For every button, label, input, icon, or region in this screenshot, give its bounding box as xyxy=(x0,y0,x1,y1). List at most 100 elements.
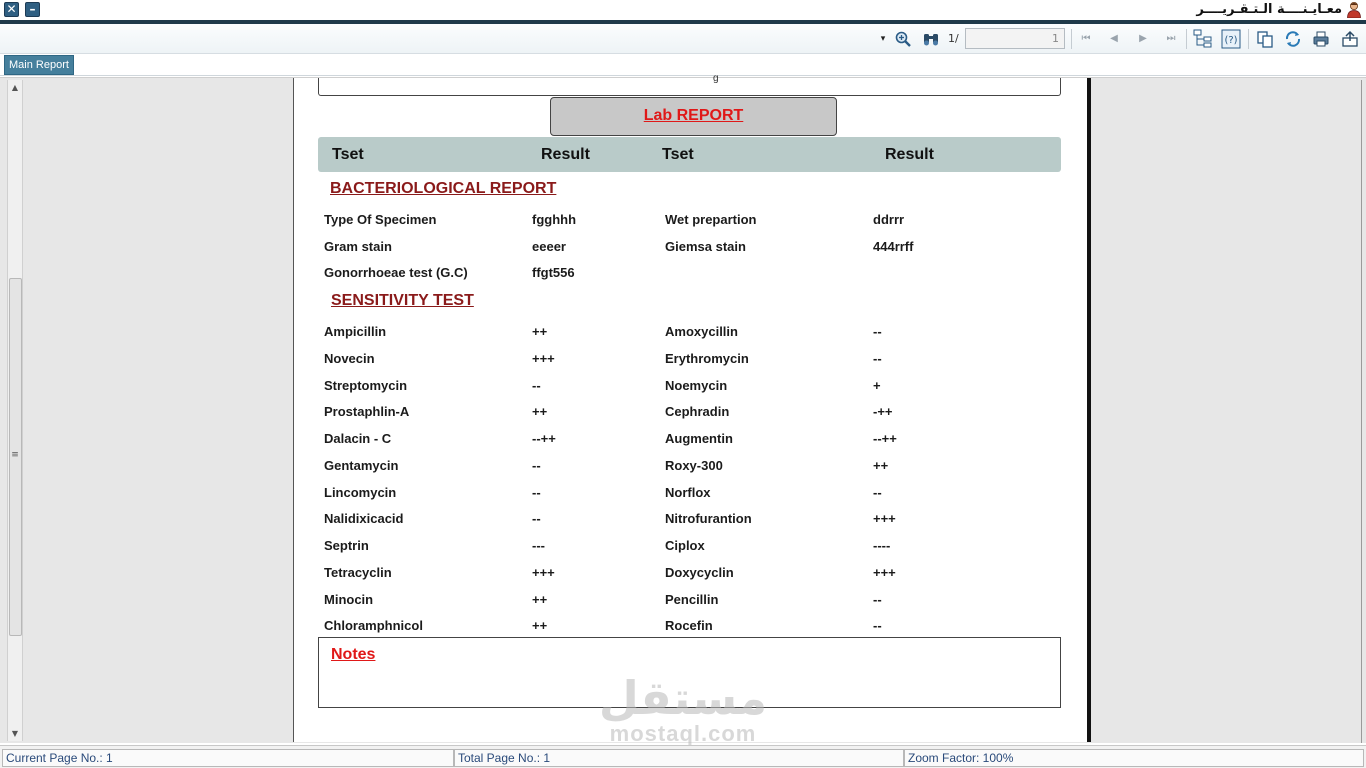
test-name: Wet prepartion xyxy=(665,212,757,227)
report-tab-bar: Main Report xyxy=(0,54,1366,76)
page-shadow xyxy=(1087,78,1091,742)
toolbar: ▾ 1/ 1 ⏮ ◀ ▶ ⏭ (?) xyxy=(0,24,1366,54)
test-result: +++ xyxy=(532,351,555,366)
test-name: Gram stain xyxy=(324,239,392,254)
test-name: Dalacin - C xyxy=(324,431,392,446)
test-name: Pencillin xyxy=(665,592,719,607)
test-result: --- xyxy=(532,538,545,553)
test-result: -- xyxy=(873,592,882,607)
current-page-status: Current Page No.: 1 xyxy=(2,749,454,767)
copy-icon[interactable] xyxy=(1256,30,1274,48)
test-name: Nitrofurantion xyxy=(665,511,752,526)
toolbar-separator xyxy=(1071,29,1072,49)
zoom-icon[interactable] xyxy=(894,30,912,48)
dropdown-arrow-icon[interactable]: ▾ xyxy=(878,30,888,48)
right-panel-edge xyxy=(1361,80,1366,743)
test-name: Norflox xyxy=(665,485,711,500)
test-name: Doxycyclin xyxy=(665,565,734,580)
test-name: Erythromycin xyxy=(665,351,749,366)
test-name: Ampicillin xyxy=(324,324,387,339)
group-tree-icon[interactable] xyxy=(1193,29,1213,49)
export-icon[interactable] xyxy=(1341,30,1359,48)
toolbar-separator xyxy=(1248,29,1249,49)
previous-page-icon[interactable]: ◀ xyxy=(1105,30,1123,48)
test-result: ++ xyxy=(532,618,548,633)
test-name: Tetracyclin xyxy=(324,565,392,580)
page-number-input[interactable]: 1 xyxy=(965,28,1065,49)
test-name: Gonorrhoeae test (G.C) xyxy=(324,265,468,280)
svg-text:(?): (?) xyxy=(1224,35,1237,46)
test-result: -- xyxy=(532,511,541,526)
vertical-scrollbar[interactable]: ▲ ≡ ▼ xyxy=(7,80,23,741)
header-test-col-1: Tset xyxy=(332,146,364,163)
test-result: -- xyxy=(532,458,541,473)
test-name: Septrin xyxy=(324,538,369,553)
test-name: Noemycin xyxy=(665,378,728,393)
scroll-up-arrow-icon[interactable]: ▲ xyxy=(8,83,22,92)
test-name: Novecin xyxy=(324,351,375,366)
page-of-label: 1/ xyxy=(948,32,959,45)
test-result: +++ xyxy=(532,565,555,580)
tab-main-report[interactable]: Main Report xyxy=(4,55,74,75)
test-result: +++ xyxy=(873,511,896,526)
report-title: Lab REPORT xyxy=(550,97,837,136)
previous-section-box: g xyxy=(318,73,1061,96)
test-result: fgghhh xyxy=(532,212,577,227)
minimize-button[interactable]: – xyxy=(25,2,40,17)
header-result-col-2: Result xyxy=(885,146,934,163)
window-title: معـايـنــــة الـتـقـريــــر xyxy=(1196,2,1342,17)
zoom-factor-status: Zoom Factor: 100% xyxy=(904,749,1364,767)
test-result: ++ xyxy=(532,324,548,339)
toolbar-separator xyxy=(1186,29,1187,49)
test-name: Type Of Specimen xyxy=(324,212,437,227)
test-result: ++ xyxy=(873,458,889,473)
scroll-grip-icon: ≡ xyxy=(11,450,19,460)
header-test-col-2: Tset xyxy=(662,146,694,163)
sensitivity-section-title: SENSITIVITY TEST xyxy=(331,292,474,309)
test-name: Lincomycin xyxy=(324,485,397,500)
last-page-icon[interactable]: ⏭ xyxy=(1162,30,1180,48)
test-result: eeeer xyxy=(532,239,566,254)
watermark-latin: mostaql.com xyxy=(609,721,757,746)
test-name: Chloramphnicol xyxy=(324,618,423,633)
first-page-icon[interactable]: ⏮ xyxy=(1077,30,1095,48)
status-bar: Current Page No.: 1 Total Page No.: 1 Zo… xyxy=(0,745,1366,768)
test-result: --++ xyxy=(532,431,556,446)
header-result-col-1: Result xyxy=(541,146,590,163)
test-name: Gentamycin xyxy=(324,458,399,473)
test-result: ffgt556 xyxy=(532,265,575,280)
test-result: -- xyxy=(873,485,882,500)
test-name: Nalidixicacid xyxy=(324,511,404,526)
refresh-icon[interactable] xyxy=(1284,30,1302,48)
test-name: Prostaphlin-A xyxy=(324,404,410,419)
test-name: Ciplox xyxy=(665,538,705,553)
test-result: ++ xyxy=(532,404,548,419)
close-button[interactable]: ✕ xyxy=(4,2,19,17)
next-page-icon[interactable]: ▶ xyxy=(1134,30,1152,48)
bacteriological-section-title: BACTERIOLOGICAL REPORT xyxy=(330,180,557,197)
total-page-status: Total Page No.: 1 xyxy=(454,749,904,767)
report-viewer-window: ✕ – معـايـنــــة الـتـقـريــــر ▾ 1/ 1 ⏮ xyxy=(0,0,1366,768)
test-name: Rocefin xyxy=(665,618,713,633)
test-result: -++ xyxy=(873,404,893,419)
test-name: Streptomycin xyxy=(324,378,408,393)
clipped-text-fragment: g xyxy=(713,73,719,84)
search-binoculars-icon[interactable] xyxy=(922,30,940,48)
test-result: + xyxy=(873,378,881,393)
test-result: ---- xyxy=(873,538,891,553)
test-result: -- xyxy=(532,485,541,500)
print-icon[interactable] xyxy=(1312,30,1330,48)
watermark: مستقل mostaql.com xyxy=(598,672,768,746)
test-name: Minocin xyxy=(324,592,374,607)
scroll-down-arrow-icon[interactable]: ▼ xyxy=(8,729,22,738)
test-result: ++ xyxy=(532,592,548,607)
help-icon[interactable]: (?) xyxy=(1221,29,1241,49)
test-name: Cephradin xyxy=(665,404,730,419)
test-name: Roxy-300 xyxy=(665,458,723,473)
test-result: ddrrr xyxy=(873,212,905,227)
test-result: -- xyxy=(532,378,541,393)
test-name: Augmentin xyxy=(665,431,733,446)
test-result: --++ xyxy=(873,431,897,446)
test-result: -- xyxy=(873,351,882,366)
notes-title: Notes xyxy=(331,646,376,663)
